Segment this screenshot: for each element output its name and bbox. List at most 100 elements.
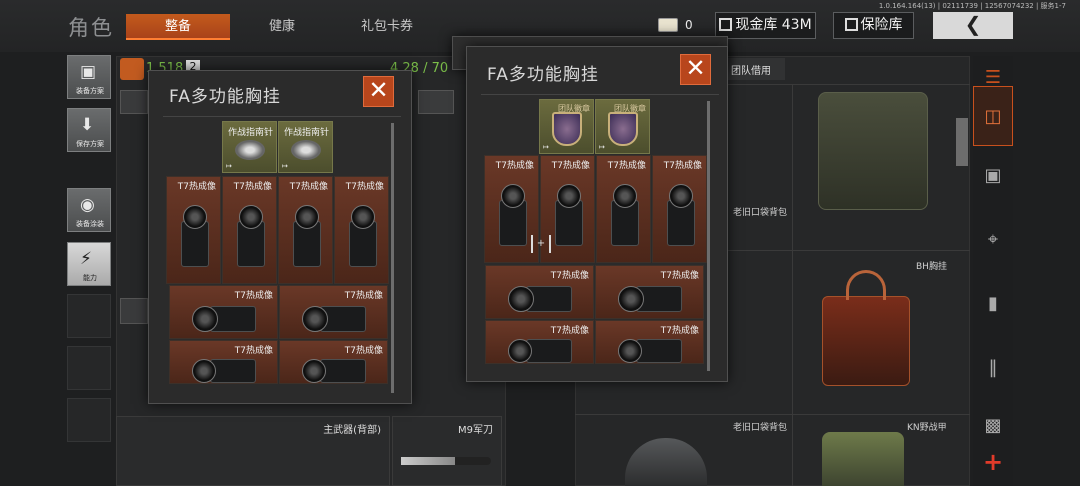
item-name: T7热成像 [233,182,272,192]
strap-icon [846,270,886,300]
tab-health[interactable]: 健康 [245,14,319,40]
empty-slot [67,346,111,390]
shop-item-label: 老旧口袋背包 [733,423,788,433]
back-button[interactable]: ❮ [933,12,1013,39]
category-stack[interactable]: ◫ [973,86,1013,146]
tab-equipment[interactable]: 整备 [126,14,230,40]
category-bullet[interactable]: ‖ [973,346,1013,390]
item-combat-compass[interactable]: 作战指南针 ↦ [278,121,333,173]
item-t7-thermal-large[interactable]: T7热成像 [169,285,278,339]
backpack-icon [120,58,144,80]
item-team-badge[interactable]: 团队徽章 ↦ [595,99,650,154]
item-name: 作战指南针 [283,128,329,138]
item-t7-thermal[interactable]: T7热成像 [222,176,277,284]
vest-icon: ▩ [984,415,1002,436]
shop-item-bh-vest[interactable] [816,266,916,416]
knife-label: M9军刀 [458,425,493,436]
team-borrow-tab[interactable]: 团队借用 [725,58,785,80]
thermal-scope-icon [300,353,370,383]
stack-icon: ◫ [984,106,1002,127]
badge-icon [552,112,582,146]
ability-button[interactable]: ⚡ 能力 [67,242,111,286]
cash-vault-label: 现金库 43M [735,17,812,33]
chevron-left-icon: ❮ [964,12,982,36]
bag-icon: ▣ [984,165,1002,186]
item-t7-thermal-large[interactable]: T7热成像 [279,340,388,384]
item-t7-thermal-large[interactable]: T7热成像 [279,285,388,339]
cash-vault-button[interactable]: 现金库 43M [715,12,816,39]
rifle-icon: ⌖ [987,229,999,250]
empty-slot [67,398,111,442]
popup-title: FA多功能胸挂 [487,65,599,85]
popup-chest-rig-right: FA多功能胸挂 ✕ 团队徽章 ↦ 团队徽章 ↦ T7热成像 T7热成像 T7热成… [466,46,728,382]
thermal-scope-icon [343,201,383,271]
item-name: T7热成像 [663,161,702,171]
item-t7-thermal[interactable]: T7热成像 [596,155,651,263]
ticket-counter[interactable]: 0 [658,16,696,36]
item-t7-thermal[interactable]: T7热成像 [166,176,221,284]
item-combat-compass[interactable]: 作战指南针 ↦ [222,121,277,173]
vault-icon [719,18,733,31]
backpack-icon [625,438,707,486]
add-button[interactable]: + [973,440,1013,484]
filter-button[interactable] [120,90,148,114]
ticket-icon [658,18,678,32]
empty-slot [67,294,111,338]
vest-icon: ▣ [80,62,97,82]
helmet-icon: ◉ [80,195,95,215]
magazine-icon: ▮ [988,293,998,314]
thermal-scope-icon [661,180,701,250]
item-name: T7热成像 [177,182,216,192]
category-magazine[interactable]: ▮ [973,282,1013,326]
thermal-scope-icon [190,353,260,383]
compass-icon [235,140,265,160]
item-t7-thermal[interactable]: T7热成像 [334,176,389,284]
item-t7-thermal[interactable]: T7热成像 [278,176,333,284]
plus-icon: + [982,448,1004,476]
thermal-scope-icon [300,300,370,336]
knife-slot[interactable]: M9军刀 [392,416,502,486]
vest-icon [822,296,910,386]
equipment-paint-button[interactable]: ◉ 装备涂装 [67,188,111,232]
scrollbar[interactable] [956,118,968,166]
primary-weapon-slot[interactable]: 主武器(背部) [116,416,390,486]
close-button[interactable]: ✕ [680,54,711,85]
scrollbar[interactable] [391,123,394,393]
safe-button[interactable]: 保险库 [833,12,914,39]
shield-button[interactable] [418,90,454,114]
ticket-count: 0 [685,18,693,32]
close-button[interactable]: ✕ [363,76,394,107]
shop-item-kn-armor[interactable] [822,432,904,486]
tab-gift-coupons[interactable]: 礼包卡券 [345,14,429,40]
section-title: 角色 [68,16,114,40]
collapse-button[interactable] [120,298,148,324]
item-t7-thermal-large[interactable]: T7热成像 [595,265,704,319]
shop-item-label: KN野战甲 [907,423,947,433]
thermal-scope-icon [493,180,533,250]
equipment-paint-label: 装备涂装 [76,220,104,228]
item-t7-thermal-large[interactable]: T7热成像 [485,265,594,319]
item-t7-thermal-large[interactable]: T7热成像 [169,340,278,384]
shop-item-label: 老旧口袋背包 [733,208,788,218]
thermal-scope-icon [287,201,327,271]
item-t7-thermal-large[interactable]: T7热成像 [485,320,594,364]
version-text: 1.0.164.164(13) | 02111739 | 12567074232… [878,2,1066,10]
thermal-scope-icon [616,280,686,316]
save-plan-button[interactable]: ⬇ 保存方案 [67,108,111,152]
shop-item-vest-green[interactable] [806,86,940,216]
thermal-scope-icon [506,280,576,316]
item-name: 作战指南针 [227,128,273,138]
shop-item-label: BH胸挂 [916,262,947,272]
equipment-plan-button[interactable]: ▣ 装备方案 [67,55,111,99]
ability-label: 能力 [83,274,97,282]
item-t7-thermal-large[interactable]: T7热成像 [595,320,704,364]
scrollbar[interactable] [707,101,710,371]
knife-icon [401,457,491,465]
item-t7-thermal[interactable]: T7热成像 [652,155,707,263]
item-name: T7热成像 [289,182,328,192]
category-rifle[interactable]: ⌖ [973,218,1013,262]
category-bag[interactable]: ▣ [973,154,1013,198]
shop-item-backpack[interactable] [617,432,713,486]
item-team-badge[interactable]: 团队徽章 ↦ [539,99,594,154]
badge-icon [608,112,638,146]
